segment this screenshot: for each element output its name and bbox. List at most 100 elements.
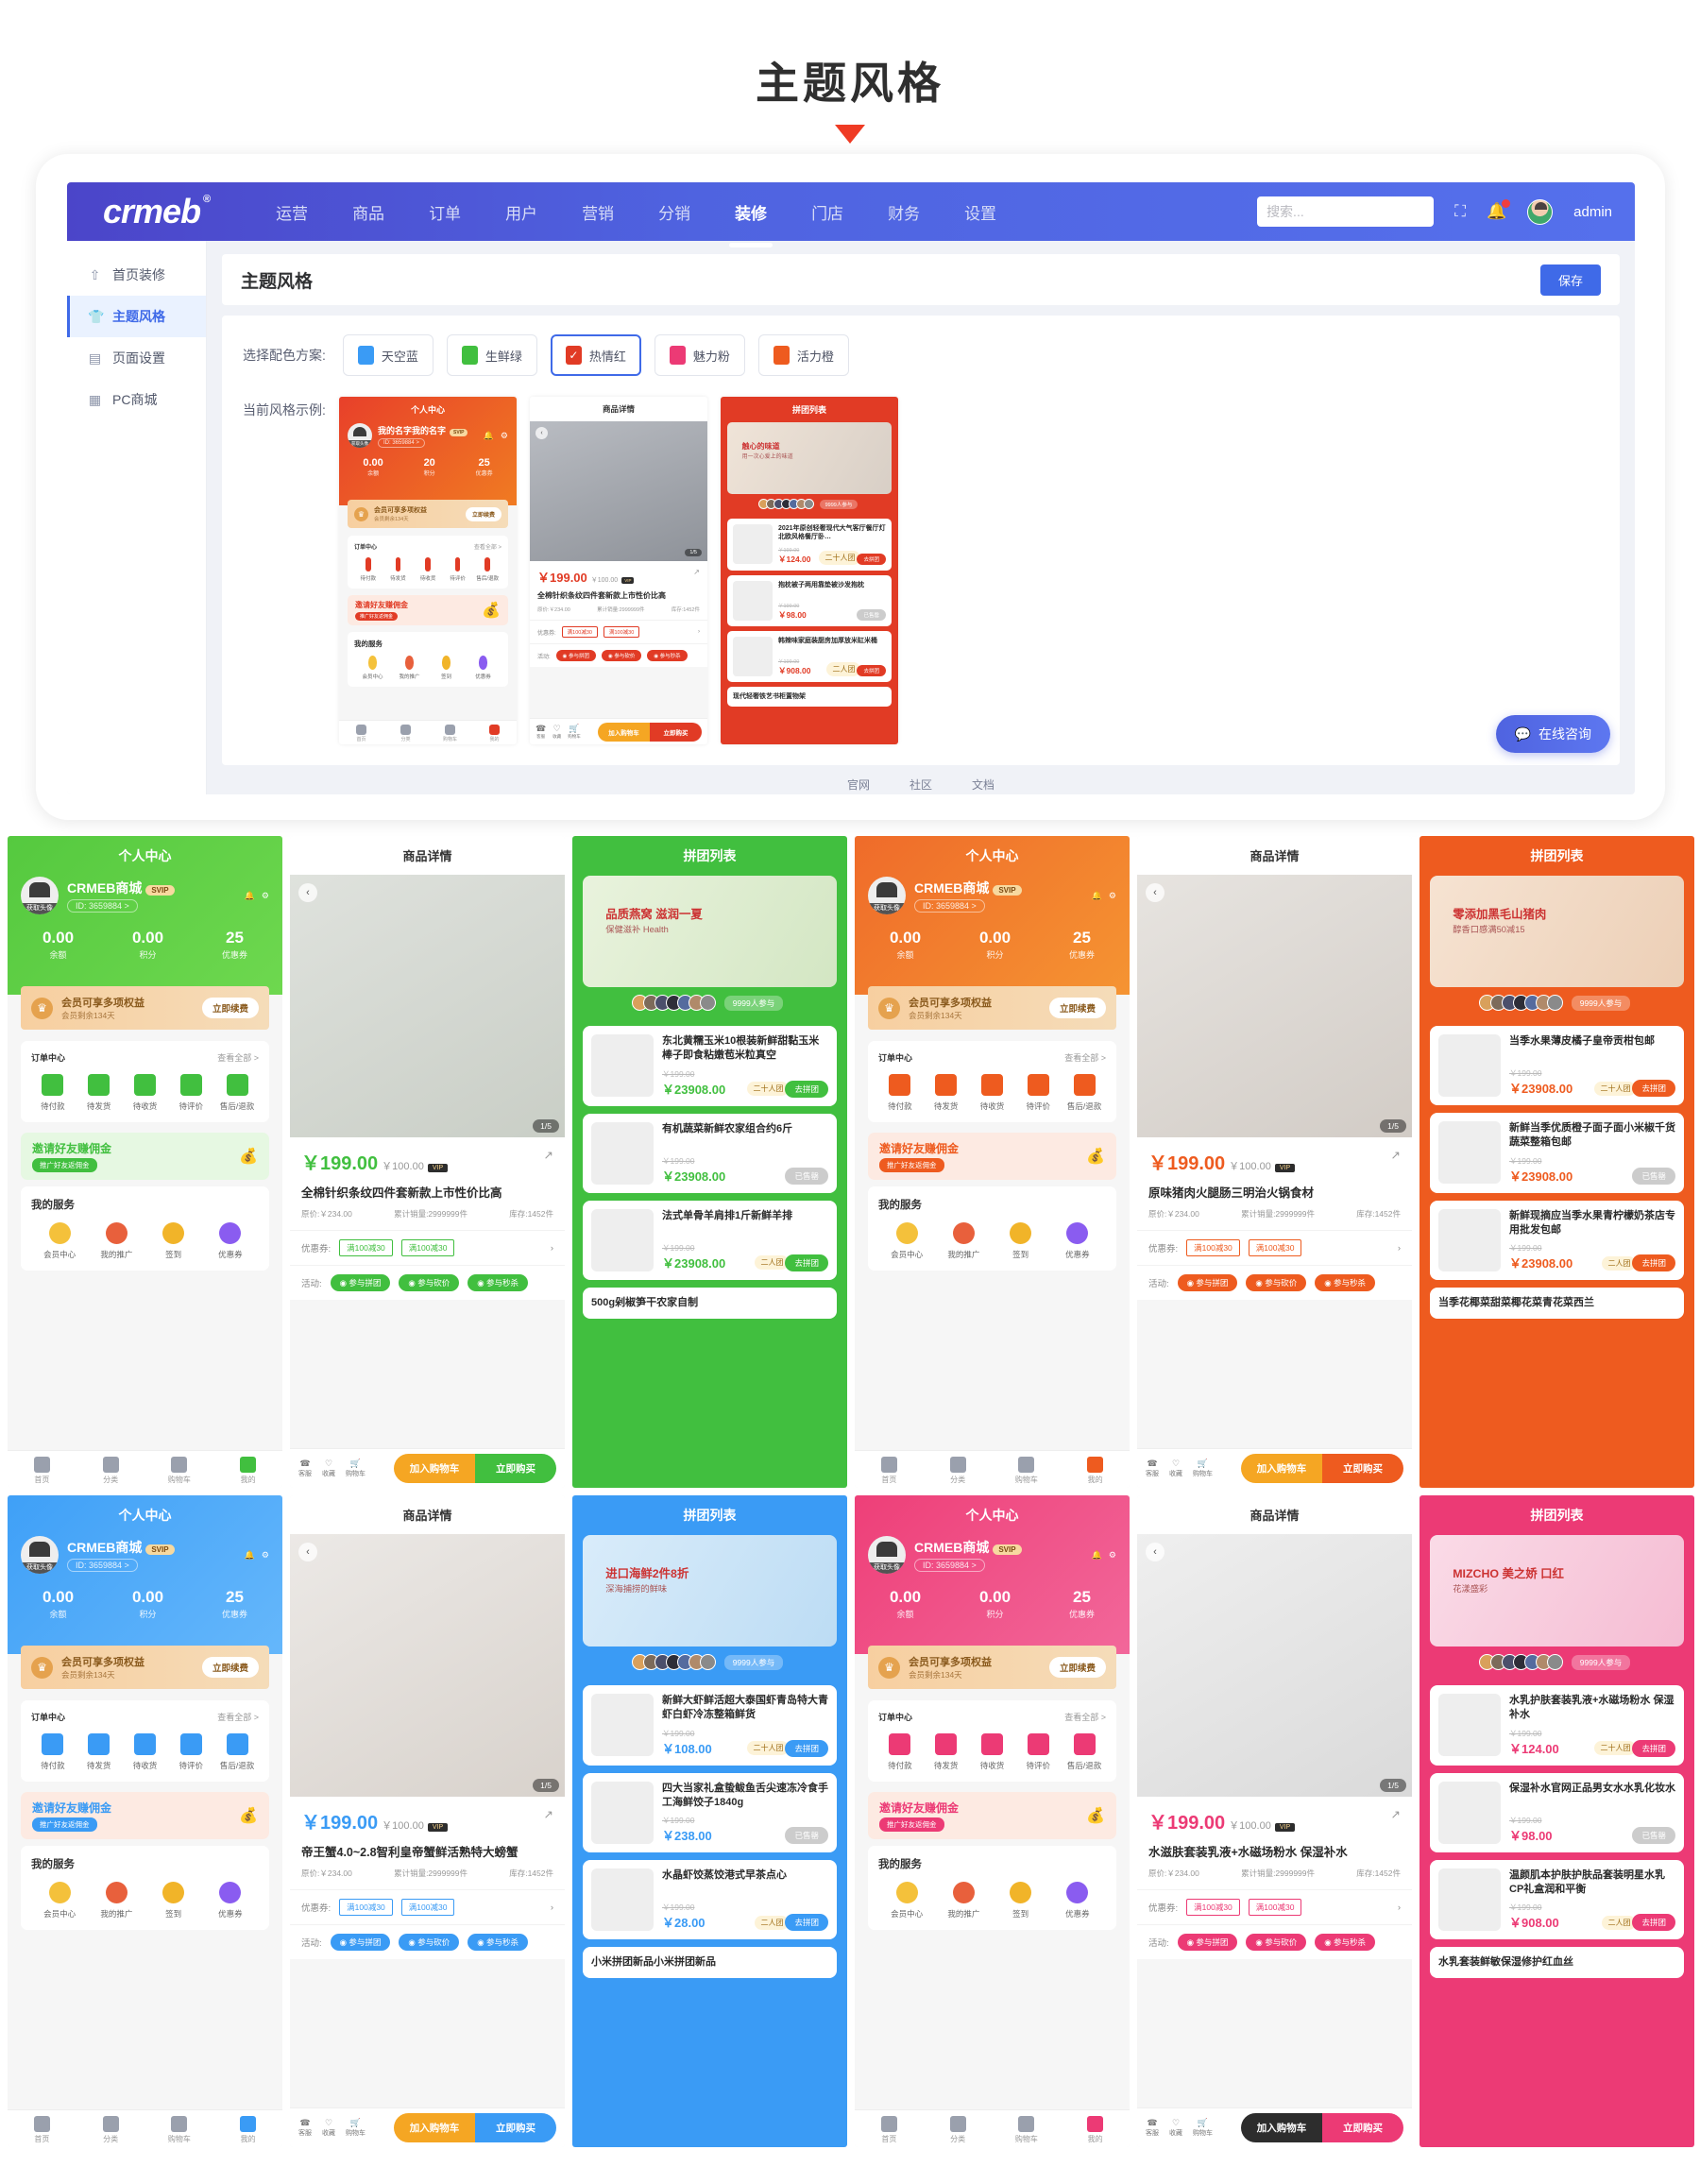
user-avatar[interactable]	[21, 877, 59, 914]
user-id[interactable]: ID: 3659884 >	[67, 1559, 138, 1572]
detail-foot-1[interactable]: ♡ 收藏	[1169, 1459, 1182, 1478]
activity-1[interactable]: ◉ 参与砍价	[399, 1934, 460, 1951]
activity-0[interactable]: ◉ 参与拼团	[330, 1934, 391, 1951]
coupon-1[interactable]: 满100减30	[1248, 1899, 1302, 1916]
activity-1[interactable]: ◉ 参与砍价	[1246, 1274, 1307, 1291]
scheme-option-3[interactable]: 魅力粉	[654, 334, 745, 376]
order-status-0[interactable]: 待付款	[31, 1074, 75, 1112]
activity-2[interactable]: ◉ 参与秒杀	[468, 1274, 528, 1291]
pintuan-banner[interactable]: 品质燕窝 滋润一夏 保健滋补 Health	[583, 876, 837, 987]
gear-icon[interactable]: ⚙	[1109, 891, 1116, 901]
user-avatar[interactable]	[868, 877, 906, 914]
tabbar-item-3[interactable]: 我的	[1061, 2110, 1130, 2147]
pintuan-banner[interactable]: MIZCHO 美之娇 口红 花漾盛彩	[1430, 1535, 1684, 1647]
tabbar-item-2[interactable]: 购物车	[145, 1451, 214, 1488]
pintuan-item-2[interactable]: 新鲜现摘应当季水果青柠檬奶茶店专用批发包邮 ￥199.00 ￥23908.00 二人团…	[1430, 1200, 1684, 1281]
coupon-chevron-icon[interactable]: ›	[1398, 1902, 1401, 1913]
service-item-0[interactable]: 会员中心	[31, 1222, 88, 1260]
nav-item-9[interactable]: 设置	[962, 195, 998, 230]
tabbar-item-2[interactable]: 购物车	[993, 1451, 1062, 1488]
pintuan-item-1[interactable]: 保湿补水官网正品男女水水乳化妆水 ￥199.00 ￥98.00 已售罄	[1430, 1772, 1684, 1852]
pintuan-item-1[interactable]: 抱枕被子两用靠垫被沙发抱枕 ￥199.00 ￥98.00 已售罄	[727, 574, 892, 626]
pintuan-item-3[interactable]: 500g剁椒笋干农家自制	[583, 1287, 837, 1319]
detail-foot-0[interactable]: ☎ 客服	[1146, 2118, 1159, 2138]
pintuan-item-button-1[interactable]: 已售罄	[1632, 1167, 1675, 1185]
tabbar-item-0[interactable]: 首页	[855, 1451, 924, 1488]
nav-item-1[interactable]: 商品	[350, 195, 386, 230]
pintuan-item-3[interactable]: 小米拼团新品小米拼团新品	[583, 1947, 837, 1979]
nav-item-3[interactable]: 用户	[503, 195, 539, 230]
service-item-3[interactable]: 优惠券	[202, 1222, 259, 1260]
share-icon[interactable]: ↗	[544, 1148, 553, 1162]
detail-foot-1[interactable]: ♡ 收藏	[1169, 2118, 1182, 2138]
pintuan-item-button-1[interactable]: 已售罄	[857, 608, 886, 621]
pintuan-item-button-1[interactable]: 已售罄	[785, 1827, 828, 1845]
pintuan-item-0[interactable]: 新鲜大虾鲜活超大泰国虾青岛特大青虾白虾冷冻整箱鲜货 ￥199.00 ￥108.00 二…	[583, 1685, 837, 1766]
invite-banner[interactable]: 邀请好友赚佣金 推广好友返佣金 💰	[868, 1792, 1116, 1839]
footer-link-2[interactable]: 文档	[972, 776, 994, 793]
pintuan-item-1[interactable]: 新鲜当季优质橙子面子面小米椒千货蔬菜整箱包邮 ￥199.00 ￥23908.00 已售…	[1430, 1113, 1684, 1193]
renew-button[interactable]: 立即续费	[201, 1657, 259, 1678]
user-avatar[interactable]	[348, 423, 372, 448]
coupon-0[interactable]: 满100减30	[339, 1899, 393, 1916]
order-status-0[interactable]: 待付款	[31, 1733, 75, 1771]
coupon-chevron-icon[interactable]: ›	[1398, 1243, 1401, 1254]
invite-banner[interactable]: 邀请好友赚佣金 推广好友返佣金 💰	[868, 1133, 1116, 1180]
pintuan-item-0[interactable]: 当季水果薄皮橘子皇帝贡柑包邮 ￥199.00 ￥23908.00 二十人团 去拼团	[1430, 1026, 1684, 1105]
order-view-all[interactable]: 查看全部 >	[474, 542, 502, 551]
buy-now-button[interactable]: 立即购买	[475, 2113, 556, 2142]
renew-button[interactable]: 立即续费	[465, 506, 502, 521]
service-item-2[interactable]: 签到	[993, 1222, 1049, 1260]
order-status-3[interactable]: 待评价	[169, 1733, 212, 1771]
order-status-4[interactable]: 售后/退款	[1062, 1074, 1106, 1112]
sidebar-item-1[interactable]: 👕 主题风格	[67, 296, 206, 337]
service-item-3[interactable]: 优惠券	[1049, 1882, 1106, 1920]
order-status-3[interactable]: 待评价	[1016, 1074, 1060, 1112]
pintuan-item-button-1[interactable]: 已售罄	[1632, 1826, 1675, 1844]
service-item-0[interactable]: 会员中心	[878, 1222, 935, 1260]
pintuan-item-0[interactable]: 2021年原创轻奢现代大气客厅餐厅灯北欧风格餐厅卧… ￥199.00 ￥124.00…	[727, 519, 892, 571]
detail-foot-1[interactable]: ♡ 收藏	[322, 1459, 335, 1478]
search-input[interactable]: 搜索...	[1257, 196, 1435, 227]
tabbar-item-2[interactable]: 购物车	[428, 721, 472, 744]
bell-icon[interactable]: 🔔	[245, 1550, 255, 1561]
service-item-0[interactable]: 会员中心	[878, 1882, 935, 1920]
order-status-0[interactable]: 待付款	[878, 1733, 922, 1771]
add-to-cart-button[interactable]: 加入购物车	[394, 1454, 475, 1483]
order-status-3[interactable]: 待评价	[444, 557, 472, 582]
nav-item-0[interactable]: 运营	[274, 195, 310, 230]
pintuan-item-button-0[interactable]: 去拼团	[785, 1739, 828, 1757]
share-icon[interactable]: ↗	[1391, 1148, 1401, 1162]
service-item-1[interactable]: 我的推广	[935, 1222, 992, 1260]
coupon-chevron-icon[interactable]: ›	[551, 1902, 553, 1913]
service-item-1[interactable]: 我的推广	[391, 656, 428, 680]
gear-icon[interactable]: ⚙	[501, 431, 508, 441]
order-status-4[interactable]: 售后/退款	[215, 1074, 259, 1112]
bell-icon[interactable]: 🔔	[1487, 199, 1511, 221]
order-status-2[interactable]: 待收货	[971, 1733, 1014, 1771]
order-status-1[interactable]: 待发货	[925, 1733, 968, 1771]
activity-1[interactable]: ◉ 参与砍价	[399, 1274, 460, 1291]
pintuan-item-1[interactable]: 四大当家礼盒蛰鲅鱼舌尖速冻冷食手工海鲜饺子1840g ￥199.00 ￥238.00…	[583, 1772, 837, 1853]
user-id[interactable]: ID: 3659884 >	[914, 1559, 985, 1572]
scheme-option-4[interactable]: 活力橙	[757, 334, 849, 376]
activity-0[interactable]: ◉ 参与拼团	[1177, 1934, 1238, 1951]
back-icon[interactable]: ‹	[1146, 883, 1164, 902]
fullscreen-icon[interactable]: ⛶	[1454, 202, 1466, 221]
scheme-option-0[interactable]: 天空蓝	[342, 334, 434, 376]
order-status-3[interactable]: 待评价	[169, 1074, 212, 1112]
detail-foot-2[interactable]: 🛒 购物车	[346, 2118, 366, 2138]
order-view-all[interactable]: 查看全部 >	[217, 1051, 259, 1064]
order-status-4[interactable]: 售后/退款	[1062, 1733, 1106, 1771]
detail-foot-0[interactable]: ☎ 客服	[1146, 1459, 1159, 1478]
pintuan-item-button-2[interactable]: 去拼团	[1632, 1914, 1675, 1932]
add-to-cart-button[interactable]: 加入购物车	[394, 2113, 475, 2142]
detail-foot-0[interactable]: ☎ 客服	[298, 1459, 312, 1478]
order-view-all[interactable]: 查看全部 >	[1064, 1711, 1106, 1723]
buy-now-button[interactable]: 立即购买	[1322, 2113, 1403, 2142]
pintuan-item-3[interactable]: 当季花椰菜甜菜椰花菜青花菜西兰	[1430, 1288, 1684, 1320]
scheme-option-1[interactable]: 生鲜绿	[446, 334, 537, 376]
service-item-0[interactable]: 会员中心	[31, 1882, 88, 1920]
pintuan-banner[interactable]: 零添加黑毛山猪肉 醇香口感满50减15	[1430, 876, 1684, 987]
nav-item-8[interactable]: 财务	[886, 195, 922, 230]
